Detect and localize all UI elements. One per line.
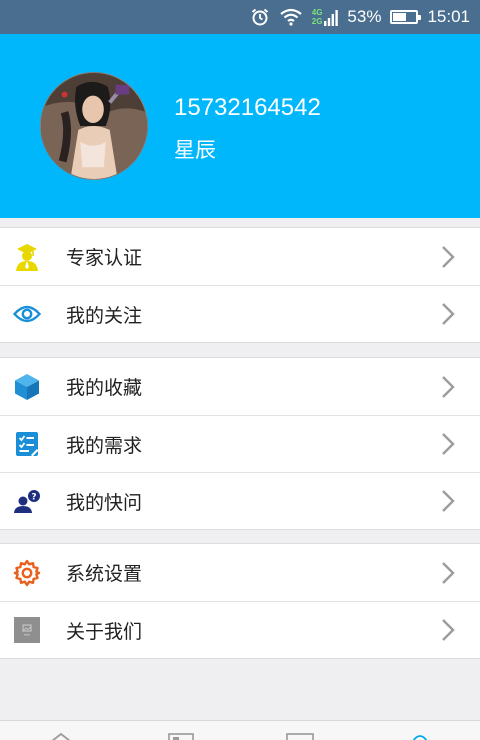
- chevron-right-icon: [442, 619, 455, 641]
- chevron-right-icon: [442, 303, 455, 325]
- home-tab-icon[interactable]: [50, 733, 72, 740]
- cellular-signal-icon: 4G 2G: [312, 8, 339, 26]
- battery-percent: 53%: [347, 7, 382, 26]
- chevron-right-icon: [442, 433, 455, 455]
- menu-group-2: 我的收藏 我的需求 ? 我的快问: [0, 357, 480, 530]
- battery-icon: [390, 10, 422, 24]
- menu-item-my-quick-questions[interactable]: ? 我的快问: [0, 472, 480, 529]
- avatar-image: [41, 73, 147, 179]
- chevron-right-icon: [442, 375, 455, 398]
- menu-item-label: 系统设置: [66, 563, 143, 585]
- net-type-top: 4G: [311, 8, 323, 17]
- chevron-right-icon: [442, 245, 455, 268]
- menu-item-label: 专家认证: [66, 247, 143, 269]
- cube-icon: [12, 372, 42, 402]
- menu-item-my-favorites[interactable]: 我的收藏: [0, 358, 480, 415]
- avatar[interactable]: [40, 72, 148, 180]
- menu-item-expert-certification[interactable]: 专家认证: [0, 228, 480, 285]
- menu-item-label: 我的收藏: [66, 377, 143, 399]
- chevron-right-icon: [442, 561, 455, 584]
- chevron-right-icon: [442, 490, 455, 512]
- status-bar: 4G 2G 53% 15:01: [0, 0, 480, 34]
- menu-item-my-follows[interactable]: 我的关注: [0, 285, 480, 342]
- question-user-icon: ?: [12, 486, 42, 516]
- wifi-icon: [279, 8, 303, 26]
- user-nickname: 星辰: [174, 138, 216, 162]
- checklist-icon: [12, 429, 42, 459]
- profile-tab-icon[interactable]: [410, 733, 430, 740]
- expert-graduate-icon: [12, 242, 42, 272]
- gear-icon: [12, 558, 42, 588]
- menu-item-label: 我的快问: [66, 491, 143, 514]
- menu-item-label: 我的需求: [66, 434, 143, 457]
- profile-header: 15732164542 星辰: [0, 34, 480, 218]
- menu-item-my-requests[interactable]: 我的需求: [0, 415, 480, 472]
- menu-item-system-settings[interactable]: 系统设置: [0, 544, 480, 601]
- menu-item-about-us[interactable]: 关于我们: [0, 601, 480, 658]
- eye-icon: [12, 299, 42, 329]
- net-type-bottom: 2G: [311, 17, 323, 26]
- user-phone: 15732164542: [174, 94, 321, 121]
- svg-text:?: ?: [31, 493, 36, 503]
- bottom-nav: [0, 720, 480, 740]
- menu-item-label: 我的关注: [66, 304, 143, 327]
- menu-group-3: 系统设置 关于我们: [0, 543, 480, 659]
- news-tab-icon[interactable]: [168, 733, 194, 740]
- message-tab-icon[interactable]: [286, 733, 314, 740]
- menu-group-1: 专家认证 我的关注: [0, 227, 480, 343]
- clock: 15:01: [427, 7, 470, 26]
- menu-item-label: 关于我们: [66, 620, 143, 643]
- image-placeholder-icon: [12, 615, 42, 645]
- alarm-icon: [250, 7, 270, 27]
